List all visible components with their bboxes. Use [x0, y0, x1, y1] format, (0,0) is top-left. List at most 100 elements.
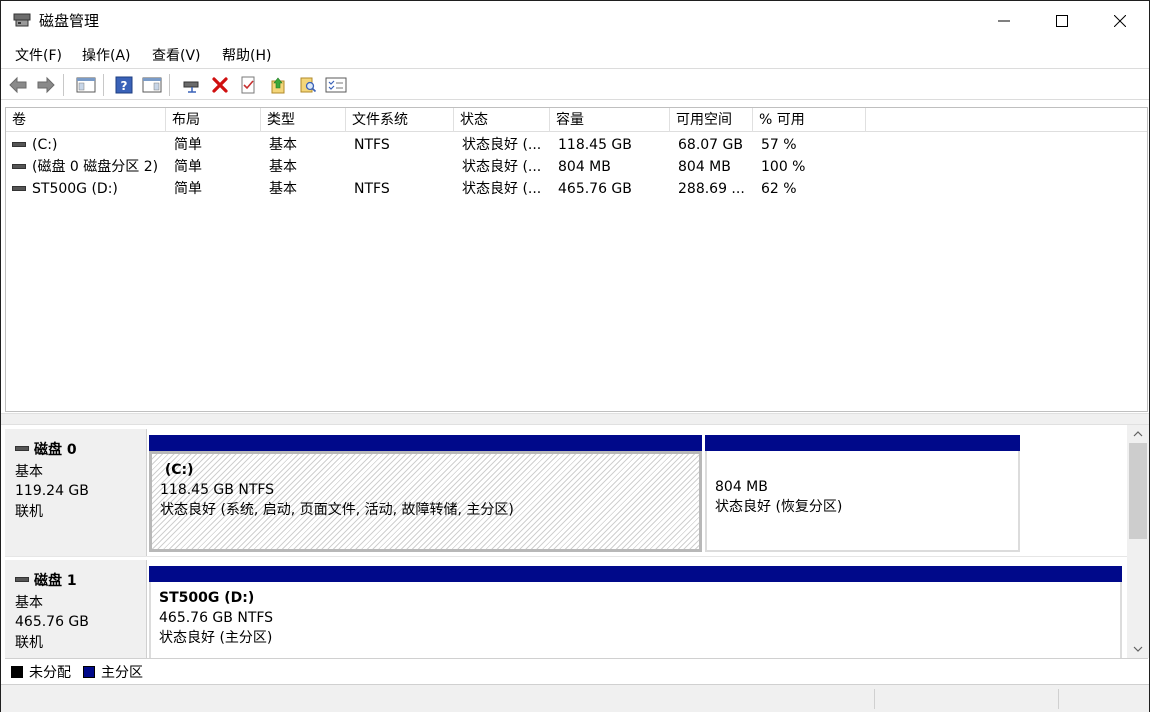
volume-list: 卷 布局 类型 文件系统 状态 容量 可用空间 % 可用 (C:) 简单 基本 … [5, 107, 1148, 412]
action-pane-button[interactable] [141, 74, 163, 96]
close-icon [1114, 14, 1126, 27]
svg-text:?: ? [121, 79, 128, 93]
percent-free-cell: 100 % [761, 159, 806, 175]
primary-partition-bar [149, 566, 1122, 582]
layout-cell: 简单 [174, 137, 202, 153]
partition-status: 状态良好 (恢复分区) [715, 499, 843, 515]
menu-help[interactable]: 帮助(H) [222, 45, 271, 65]
maximize-button[interactable] [1033, 1, 1091, 40]
disk-row: 磁盘 0 基本 119.24 GB 联机 (C:) 118.45 GB NTFS… [5, 429, 1127, 557]
column-header-volume[interactable]: 卷 [6, 108, 166, 132]
menu-action[interactable]: 操作(A) [82, 45, 131, 65]
column-header-capacity[interactable]: 容量 [550, 108, 670, 132]
forward-button[interactable] [35, 74, 57, 96]
layout-cell: 简单 [174, 181, 202, 197]
scroll-up-icon[interactable] [1127, 425, 1149, 443]
volume-cell: (磁盘 0 磁盘分区 2) [6, 156, 166, 178]
capacity-cell: 804 MB [558, 159, 611, 175]
partition-c[interactable]: (C:) 118.45 GB NTFS 状态良好 (系统, 启动, 页面文件, … [149, 435, 702, 552]
volume-icon [12, 163, 26, 169]
delete-button[interactable] [209, 74, 231, 96]
console-tree-button[interactable] [75, 74, 97, 96]
filesystem-cell: NTFS [354, 181, 390, 197]
volume-name: ST500G (D:) [32, 181, 118, 197]
column-header-percent-free[interactable]: % 可用 [753, 108, 866, 132]
properties-button[interactable] [237, 74, 259, 96]
scroll-down-icon[interactable] [1127, 640, 1149, 658]
minimize-icon [998, 20, 1010, 21]
filesystem-cell: NTFS [354, 137, 390, 153]
column-header-layout[interactable]: 布局 [166, 108, 261, 132]
search-button[interactable] [297, 74, 319, 96]
partition-recovery[interactable]: 804 MB 状态良好 (恢复分区) [705, 435, 1020, 552]
volume-cell: (C:) [6, 134, 166, 156]
toolbar-separator [103, 74, 104, 96]
maximize-icon [1056, 14, 1068, 27]
column-header-type[interactable]: 类型 [261, 108, 346, 132]
customize-view-icon [325, 77, 347, 93]
help-button[interactable]: ? [113, 74, 135, 96]
partition-d[interactable]: ST500G (D:) 465.76 GB NTFS 状态良好 (主分区) [149, 566, 1122, 658]
disk-name: 磁盘 0 [34, 442, 77, 458]
vertical-scrollbar[interactable] [1127, 425, 1149, 658]
partition-title: ST500G (D:) [159, 590, 255, 606]
type-cell: 基本 [269, 137, 297, 153]
column-header-status[interactable]: 状态 [454, 108, 550, 132]
action-pane-icon [142, 77, 162, 93]
console-tree-icon [76, 77, 96, 93]
pane-splitter[interactable] [1, 413, 1149, 425]
legend: 未分配 主分区 [5, 658, 1148, 682]
connect-disk-button[interactable] [181, 74, 203, 96]
scrollbar-thumb[interactable] [1129, 443, 1147, 539]
disk-size: 119.24 GB [15, 483, 89, 499]
primary-partition-swatch [83, 666, 95, 678]
legend-unallocated: 未分配 [11, 662, 71, 682]
legend-label: 主分区 [101, 665, 143, 681]
volume-list-header: 卷 布局 类型 文件系统 状态 容量 可用空间 % 可用 [6, 108, 1147, 132]
volume-row[interactable]: (磁盘 0 磁盘分区 2) 简单 基本 状态良好 (... 804 MB 804… [6, 156, 1147, 178]
status-bar [1, 684, 1149, 712]
column-header-free-space[interactable]: 可用空间 [670, 108, 753, 132]
capacity-cell: 465.76 GB [558, 181, 632, 197]
volume-icon [12, 141, 26, 147]
back-button[interactable] [7, 74, 29, 96]
free-space-cell: 68.07 GB [678, 137, 743, 153]
status-cell: 状态良好 (... [462, 181, 542, 197]
help-icon: ? [115, 76, 133, 94]
menu-file[interactable]: 文件(F) [15, 45, 62, 65]
volume-cell: ST500G (D:) [6, 178, 166, 200]
partition-status: 状态良好 (主分区) [159, 630, 273, 646]
layout-cell: 简单 [174, 159, 202, 175]
toolbar-separator [169, 74, 170, 96]
partition-body: 804 MB 状态良好 (恢复分区) [705, 451, 1020, 552]
close-button[interactable] [1091, 1, 1149, 40]
type-cell: 基本 [269, 159, 297, 175]
status-cell: 状态良好 (... [462, 159, 542, 175]
volume-icon [12, 185, 26, 191]
customize-view-button[interactable] [325, 74, 347, 96]
disk-name: 磁盘 1 [34, 573, 77, 589]
disk-label[interactable]: 磁盘 1 基本 465.76 GB 联机 [5, 560, 147, 658]
volume-row[interactable]: ST500G (D:) 简单 基本 NTFS 状态良好 (... 465.76 … [6, 178, 1147, 200]
disk-management-app-icon [13, 12, 31, 28]
volume-row[interactable]: (C:) 简单 基本 NTFS 状态良好 (... 118.45 GB 68.0… [6, 134, 1147, 156]
percent-free-cell: 62 % [761, 181, 797, 197]
disk-icon [15, 576, 29, 582]
disk-label[interactable]: 磁盘 0 基本 119.24 GB 联机 [5, 429, 147, 556]
column-header-filesystem[interactable]: 文件系统 [346, 108, 454, 132]
minimize-button[interactable] [975, 1, 1033, 40]
menu-view[interactable]: 查看(V) [152, 45, 201, 65]
unallocated-swatch [11, 666, 23, 678]
percent-free-cell: 57 % [761, 137, 797, 153]
legend-label: 未分配 [29, 665, 71, 681]
properties-icon [241, 76, 255, 94]
export-button[interactable] [267, 74, 289, 96]
filesystem-cell [348, 156, 456, 178]
disk-state: 联机 [15, 635, 43, 651]
partition-status: 状态良好 (系统, 启动, 页面文件, 活动, 故障转储, 主分区) [160, 502, 514, 518]
partition-size: 465.76 GB NTFS [159, 610, 274, 626]
partition-size: 118.45 GB NTFS [160, 482, 275, 498]
free-space-cell: 288.69 ... [678, 181, 745, 197]
partition-title: (C:) [164, 462, 194, 478]
disk-management-window: 磁盘管理 文件(F) 操作(A) 查看(V) 帮助(H) ? 卷 布局 类型 文… [0, 0, 1150, 712]
